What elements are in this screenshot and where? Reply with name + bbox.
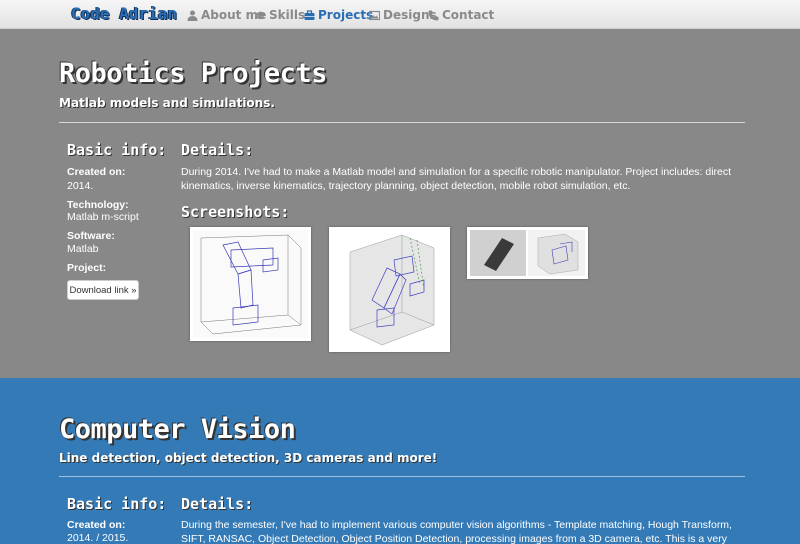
navbar: Code Adrian About me Skills Projects Des… [0, 0, 800, 29]
nav-contact-label: Contact [442, 8, 495, 22]
picture-icon [369, 10, 380, 21]
robotics-details-heading: Details: [181, 141, 254, 159]
vision-details-text: During the semester, I've had to impleme… [181, 519, 732, 544]
vision-title: Computer Vision [59, 414, 296, 445]
briefcase-icon [304, 9, 315, 21]
robotics-subtitle: Matlab models and simulations. [59, 96, 275, 110]
nav-skills[interactable]: Skills [255, 8, 305, 22]
vision-basic-info-heading: Basic info: [67, 495, 167, 513]
robotics-software-value: Matlab [67, 243, 99, 255]
screenshot-thumbnail-3[interactable] [467, 227, 588, 279]
robotics-created-value: 2014. [67, 180, 94, 192]
robotics-software-label: Software: [67, 230, 115, 242]
user-icon [187, 10, 198, 21]
robot-arm-plot-image [193, 230, 308, 338]
screenshots-heading: Screenshots: [181, 203, 290, 221]
robotics-details-text: During 2014. I've had to make a Matlab m… [181, 166, 732, 192]
nav-skills-label: Skills [269, 8, 306, 22]
robotics-technology-value: Matlab m-script [67, 211, 139, 223]
brand-logo[interactable]: Code Adrian [71, 4, 177, 23]
vision-details-heading: Details: [181, 495, 254, 513]
phone-icon [428, 10, 439, 21]
robotics-project-label: Project: [67, 262, 107, 274]
nav-projects-label: Projects [318, 8, 374, 22]
vision-divider [59, 476, 745, 477]
nav-contact[interactable]: Contact [428, 8, 494, 22]
robotics-title: Robotics Projects [59, 58, 327, 89]
vision-subtitle: Line detection, object detection, 3D cam… [59, 451, 438, 465]
vision-created-label: Created on: [67, 519, 126, 531]
robotics-technology-label: Technology: [67, 199, 129, 211]
download-link-button[interactable]: Download link » [67, 280, 139, 300]
vision-created-value: 2014. / 2015. [67, 532, 129, 544]
graduation-cap-icon [255, 10, 266, 21]
robot-simulation-image [332, 230, 447, 349]
nav-designs[interactable]: Designs [369, 8, 437, 22]
robotics-basic-info-heading: Basic info: [67, 141, 167, 159]
nav-projects[interactable]: Projects [304, 8, 373, 22]
screenshot-thumbnail-2[interactable] [329, 227, 450, 352]
screenshot-thumbnail-1[interactable] [190, 227, 311, 341]
robotics-created-label: Created on: [67, 166, 126, 178]
robotics-divider [59, 122, 745, 123]
object-detection-image [470, 230, 585, 276]
